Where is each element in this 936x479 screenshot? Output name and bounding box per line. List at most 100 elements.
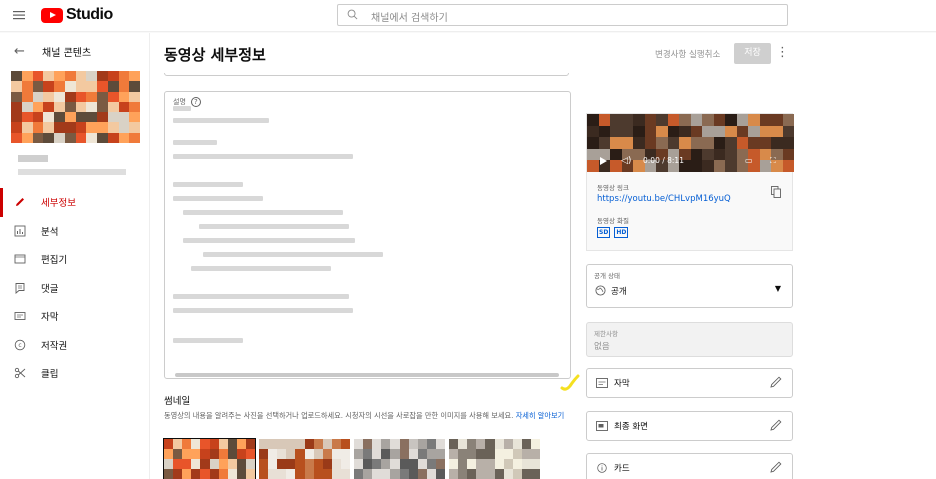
yellow-highlight-mark <box>560 374 580 391</box>
thumbnail-pixel <box>86 132 98 143</box>
sidebar-item-clips[interactable]: 클립 <box>0 359 149 388</box>
sidebar-item-subtitles[interactable]: 자막 <box>0 302 149 331</box>
copy-icon[interactable] <box>771 186 781 198</box>
page-title: 동영상 세부정보 <box>164 46 266 64</box>
thumbnail-pixel <box>129 91 140 103</box>
thumbnail-pixel <box>21 81 33 93</box>
thumbnail-pixel <box>43 91 55 103</box>
sidebar-item-label: 세부정보 <box>41 198 76 210</box>
description-text-blurred <box>173 294 349 299</box>
back-to-channel-content[interactable]: ← 채널 콘텐츠 <box>14 44 91 59</box>
thumbnail-pixel <box>107 101 119 113</box>
sidebar-item-copyright[interactable]: c 저작권 <box>0 331 149 360</box>
thumbnail-pixel <box>75 132 87 143</box>
studio-logo[interactable]: Studio <box>41 6 113 24</box>
thumbnail-pixel <box>86 71 98 82</box>
visibility-select[interactable]: 공개 상태 공개 ▼ <box>586 264 793 308</box>
thumbnail-pixel <box>713 125 726 138</box>
thumbnail-pixel <box>656 114 668 127</box>
thumbnail-option-1[interactable] <box>163 438 256 479</box>
sidebar-item-editor[interactable]: 편집기 <box>0 245 149 274</box>
thumbnail-pixel <box>587 125 599 138</box>
description-text-blurred <box>173 140 217 145</box>
learn-more-link[interactable]: 자세히 알아보기 <box>516 411 565 420</box>
thumbnail-pixel <box>21 112 33 123</box>
thumbnail-pixel <box>621 137 634 150</box>
sidebar-item-label: 편집기 <box>41 255 68 267</box>
thumbnail-pixel <box>11 91 23 103</box>
description-scrollbar[interactable] <box>175 373 559 377</box>
thumbnail-pixel <box>610 125 622 138</box>
help-icon[interactable]: ? <box>190 97 201 107</box>
thumbnail-pixel <box>667 114 680 127</box>
thumbnail-pixel <box>97 71 109 82</box>
end-screen-row[interactable]: 최종 화면 <box>586 411 793 441</box>
video-player[interactable] <box>587 114 794 172</box>
thumbnail-pixel <box>32 91 44 103</box>
edit-pencil-icon[interactable] <box>769 460 783 474</box>
visibility-value: 공개 <box>611 287 627 297</box>
thumbnail-pixel <box>748 125 760 138</box>
description-text-blurred <box>183 238 355 243</box>
edit-pencil-icon[interactable] <box>769 375 783 389</box>
thumbnail-option-3[interactable] <box>354 439 445 479</box>
more-options-icon[interactable]: ⋮ <box>776 45 789 61</box>
thumbnail-pixel <box>107 112 119 123</box>
thumbnail-pixel <box>530 439 540 450</box>
thumbnail-pixel <box>702 160 714 172</box>
thumbnail-pixel <box>32 122 44 134</box>
editor-icon <box>14 253 26 265</box>
description-field[interactable]: 설명 ? <box>164 91 571 379</box>
edit-pencil-icon[interactable] <box>769 418 783 432</box>
thumbnail-pixel <box>86 112 98 123</box>
hamburger-menu-icon[interactable] <box>12 8 26 22</box>
thumbnail-pixel <box>64 91 76 103</box>
thumbnail-option-4[interactable] <box>449 439 540 479</box>
thumbnail-pixel <box>64 101 76 113</box>
sidebar-item-comments[interactable]: 댓글 <box>0 274 149 303</box>
sidebar-item-analytics[interactable]: 분석 <box>0 217 149 246</box>
sidebar-item-label: 분석 <box>41 226 59 238</box>
thumbnail-pixel <box>75 122 87 134</box>
thumbnail-pixel <box>530 449 540 460</box>
thumbnail-pixel <box>54 132 66 143</box>
description-text-blurred <box>173 118 269 123</box>
thumbnail-pixel <box>129 132 140 143</box>
cards-row[interactable]: 카드 <box>586 453 793 479</box>
sidebar-item-details[interactable]: 세부정보 <box>0 188 149 217</box>
undo-changes-button[interactable]: 변경사항 실행취소 <box>655 48 720 60</box>
volume-icon[interactable]: ◁) <box>621 156 631 166</box>
thumbnail-pixel <box>771 137 783 150</box>
thumbnail-pixel <box>75 91 87 103</box>
thumbnail-pixel <box>782 137 794 150</box>
thumbnail-pixel <box>725 137 737 150</box>
thumbnail-pixel <box>782 125 794 138</box>
save-button[interactable]: 저장 <box>734 43 771 64</box>
play-icon[interactable] <box>600 157 607 165</box>
thumbnail-pixel <box>129 71 140 82</box>
thumbnail-pixel <box>107 81 119 93</box>
video-thumbnail[interactable] <box>11 71 140 143</box>
title-field[interactable] <box>164 73 569 76</box>
thumbnail-pixel <box>64 112 76 123</box>
video-link[interactable]: https://youtu.be/CHLvpM16yuQ <box>597 194 731 204</box>
thumbnail-pixel <box>587 160 599 172</box>
thumbnail-pixel <box>530 469 540 479</box>
search-input[interactable]: 채널에서 검색하기 <box>337 4 788 26</box>
thumbnail-pixel <box>690 160 703 172</box>
thumbnail-pixel <box>11 101 23 113</box>
thumbnail-pixel <box>656 137 668 150</box>
thumbnail-option-2[interactable] <box>259 439 350 479</box>
thumbnail-pixel <box>86 101 98 113</box>
thumbnail-pixel <box>736 114 749 127</box>
thumbnail-pixel <box>245 459 255 470</box>
subtitles-row[interactable]: 자막 <box>586 368 793 398</box>
thumbnail-pixel <box>64 132 76 143</box>
thumbnail-pixel <box>118 101 130 113</box>
details-scroll-area[interactable]: 설명 ? 썸네일 동영상의 내용을 알려주는 사진을 선택하거나 업로드하세요.… <box>150 73 936 479</box>
captions-icon[interactable]: ▭ <box>745 156 753 165</box>
fullscreen-icon[interactable]: ⛶ <box>770 156 776 166</box>
video-preview-card: ◁) 0:00 / 8:11 ▭ ⛶ 동영상 링크 https://youtu.… <box>586 113 794 251</box>
quality-badges: SD HD <box>597 227 632 238</box>
thumbnail-pixel <box>610 137 622 150</box>
